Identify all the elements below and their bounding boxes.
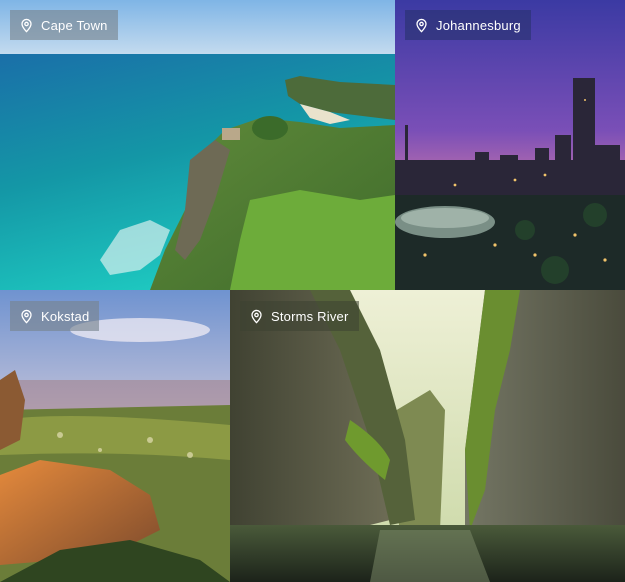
kokstad-photo (0, 290, 230, 582)
location-label: Cape Town (41, 17, 108, 33)
location-badge: Kokstad (10, 301, 100, 331)
storms-river-photo (230, 290, 625, 582)
location-label: Storms River (271, 308, 349, 324)
location-pin-icon (251, 309, 262, 324)
cape-town-photo (0, 0, 395, 290)
location-badge: Johannesburg (405, 10, 531, 40)
destination-card-storms-river[interactable]: Storms River (230, 290, 625, 582)
location-badge: Cape Town (10, 10, 118, 40)
destination-card-cape-town[interactable]: Cape Town (0, 0, 395, 290)
location-pin-icon (416, 18, 427, 33)
location-pin-icon (21, 18, 32, 33)
location-badge: Storms River (240, 301, 359, 331)
destination-card-kokstad[interactable]: Kokstad (0, 290, 230, 582)
location-label: Johannesburg (436, 17, 521, 33)
location-pin-icon (21, 309, 32, 324)
destinations-grid: Cape Town Johannesburg Kokstad Storms Ri… (0, 0, 625, 582)
johannesburg-photo (395, 0, 625, 290)
location-label: Kokstad (41, 308, 90, 324)
destination-card-johannesburg[interactable]: Johannesburg (395, 0, 625, 290)
